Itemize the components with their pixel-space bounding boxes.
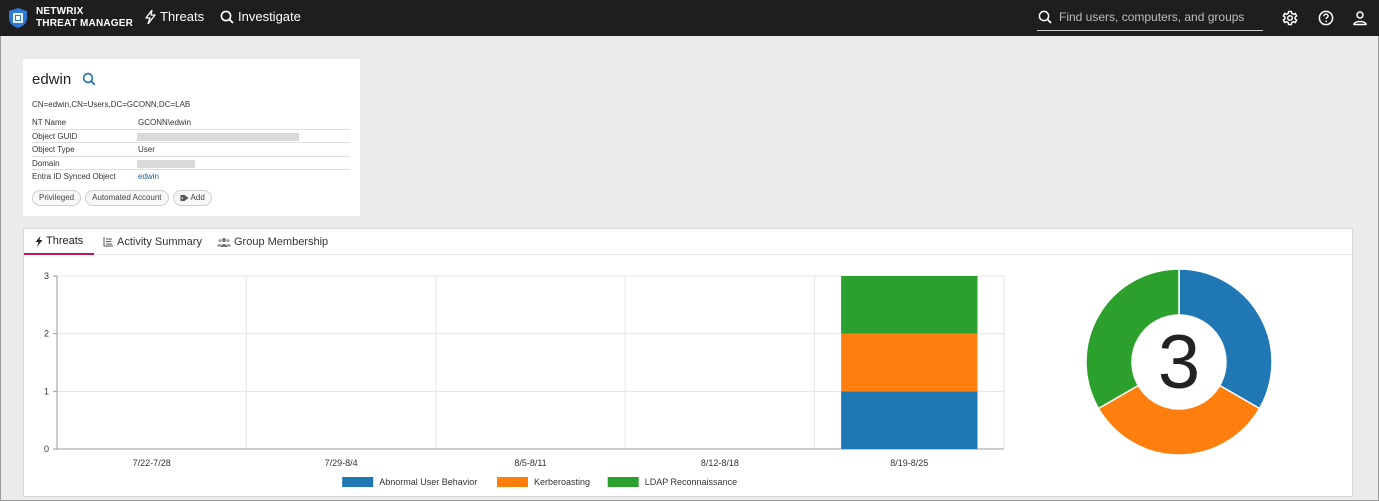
y-tick-label: 1 xyxy=(44,386,49,396)
property-row: Domain xyxy=(32,157,350,171)
redacted-value xyxy=(137,159,195,168)
entity-card: edwin CN=edwin,CN=Users,DC=GCONN,DC=LAB … xyxy=(23,59,360,216)
bolt-icon xyxy=(145,9,156,24)
tab-threats[interactable]: Threats xyxy=(24,229,95,255)
search-icon[interactable] xyxy=(82,72,96,86)
legend-swatch xyxy=(497,477,528,487)
global-search xyxy=(1037,4,1263,31)
property-row: Object GUID xyxy=(32,130,350,144)
entra-object-link[interactable]: edwin xyxy=(138,172,159,181)
nav-threats-label: Threats xyxy=(160,9,205,24)
brand-name: NETWRIX THREAT MANAGER xyxy=(36,6,133,30)
help-icon[interactable] xyxy=(1317,9,1335,27)
tag-icon xyxy=(180,195,189,201)
property-key: Entra ID Synced Object xyxy=(32,172,116,182)
y-tick-label: 2 xyxy=(44,329,49,339)
property-row: NT Name GCONN\edwin xyxy=(32,116,350,130)
entity-name: edwin xyxy=(32,71,72,88)
tag-automated-account[interactable]: Automated Account xyxy=(85,190,169,206)
distinguished-name: CN=edwin,CN=Users,DC=GCONN,DC=LAB xyxy=(32,100,191,109)
nav-investigate-label: Investigate xyxy=(238,9,301,24)
x-tick-label: 8/12-8/18 xyxy=(701,458,739,468)
top-bar: NETWRIX THREAT MANAGER Threats Investiga… xyxy=(0,0,1379,36)
bar-segment[interactable] xyxy=(841,276,978,334)
bar-segment[interactable] xyxy=(841,333,978,392)
property-key: Object GUID xyxy=(32,131,78,141)
tab-bar: Threats Activity Summary Group Membershi… xyxy=(24,229,1352,255)
legend-swatch xyxy=(607,477,639,487)
legend-swatch xyxy=(342,477,374,487)
brand-line-2: THREAT MANAGER xyxy=(36,18,134,29)
tab-threats-label: Threats xyxy=(46,235,84,247)
search-icon xyxy=(220,10,234,24)
y-tick-label: 0 xyxy=(44,444,49,454)
brand-line-1: NETWRIX xyxy=(36,6,84,17)
window-border-left xyxy=(0,36,1,501)
redacted-value xyxy=(137,132,299,141)
group-icon xyxy=(217,238,231,247)
donut-center-label: 3 xyxy=(1158,320,1200,405)
legend-label: Abnormal User Behavior xyxy=(379,477,477,487)
search-icon xyxy=(1038,10,1052,24)
threats-donut-chart: 3 xyxy=(1085,268,1273,456)
user-icon[interactable] xyxy=(1351,9,1369,27)
property-key: Domain xyxy=(32,158,60,168)
bolt-icon xyxy=(35,235,43,247)
tab-activity-summary[interactable]: Activity Summary xyxy=(103,229,202,255)
property-value: User xyxy=(138,145,155,155)
tab-activity-summary-label: Activity Summary xyxy=(117,236,202,248)
threats-panel: Threats Activity Summary Group Membershi… xyxy=(23,228,1353,497)
property-key: NT Name xyxy=(32,118,67,127)
legend-label: LDAP Reconnaissance xyxy=(645,477,737,487)
property-row: Object Type User xyxy=(32,143,350,157)
property-key: Object Type xyxy=(32,145,75,155)
x-tick-label: 8/19-8/25 xyxy=(890,458,928,468)
tab-group-membership-label: Group Membership xyxy=(234,236,329,248)
search-input[interactable] xyxy=(1059,8,1259,26)
x-tick-label: 7/22-7/28 xyxy=(133,458,171,468)
property-row: Entra ID Synced Object edwin xyxy=(32,170,350,184)
add-tag-button[interactable]: Add xyxy=(172,190,212,206)
property-value: GCONN\edwin xyxy=(138,118,191,127)
property-table: NT Name GCONN\edwin Object GUID Object T… xyxy=(32,116,350,184)
gear-icon[interactable] xyxy=(1281,9,1299,27)
tab-group-membership[interactable]: Group Membership xyxy=(217,229,328,255)
tag-privileged[interactable]: Privileged xyxy=(32,190,82,206)
y-tick-label: 3 xyxy=(44,271,49,281)
x-tick-label: 8/5-8/11 xyxy=(514,458,546,468)
bar-segment[interactable] xyxy=(841,391,978,449)
nav-investigate[interactable]: Investigate xyxy=(220,9,301,24)
list-icon xyxy=(103,237,113,247)
netwrix-logo-icon xyxy=(9,8,27,28)
legend-label: Kerberoasting xyxy=(534,477,590,487)
nav-threats[interactable]: Threats xyxy=(145,9,204,24)
add-tag-label: Add xyxy=(190,193,205,202)
tag-list: Privileged Automated Account Add xyxy=(32,190,212,206)
x-tick-label: 7/29-8/4 xyxy=(325,458,358,468)
threats-bar-chart: 0 1 2 3 7/22-7/28 7/29-8/4 8/5-8/11 8/12-8/18 8/… xyxy=(44,271,1005,487)
